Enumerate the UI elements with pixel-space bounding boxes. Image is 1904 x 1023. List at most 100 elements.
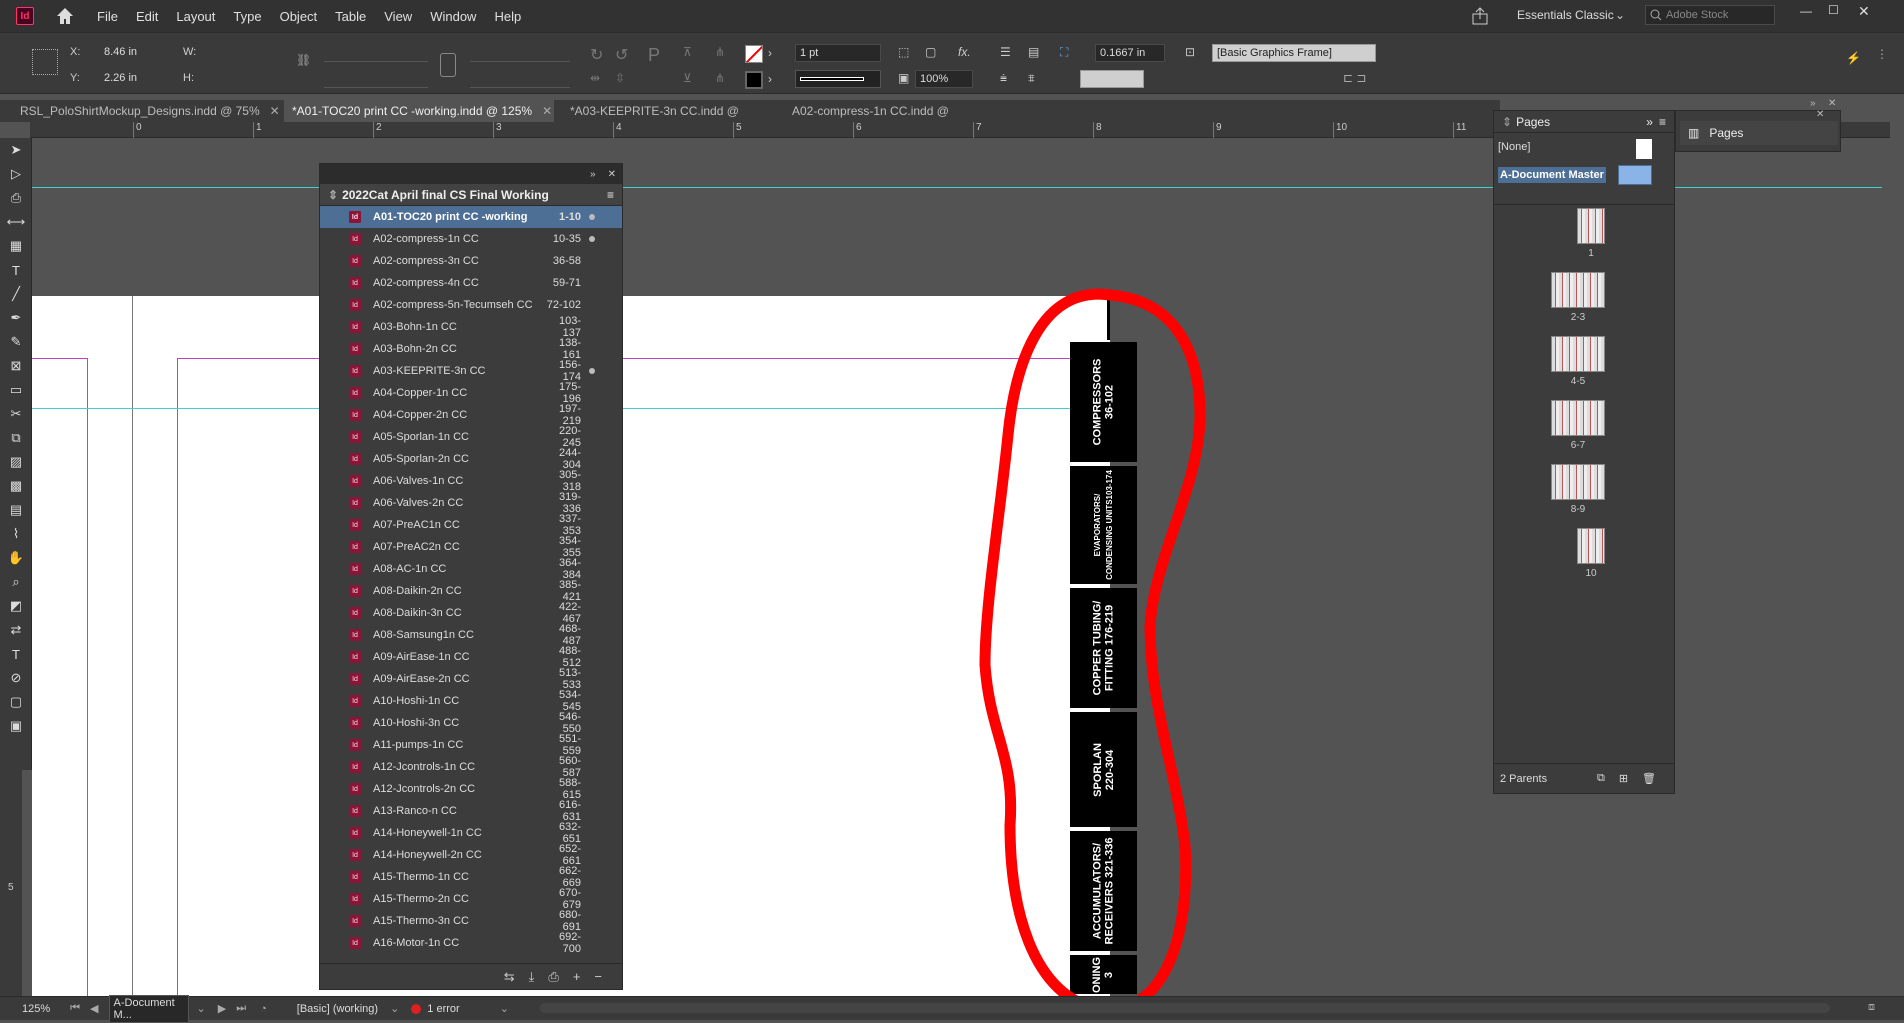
book-document-row[interactable]: Id A05-Sporlan-1n CC 220-245: [320, 425, 622, 449]
panel-menu-icon[interactable]: ≡: [1659, 115, 1666, 129]
gradient-feather-icon[interactable]: ▩: [0, 474, 32, 498]
tab-compress-1n[interactable]: A02-compress-1n CC.indd @ 82%✕: [784, 100, 994, 140]
link-scale-icon[interactable]: [440, 53, 456, 77]
close-icon[interactable]: ✕: [270, 104, 280, 118]
book-document-row[interactable]: Id A09-AirEase-2n CC 513-533: [320, 667, 622, 691]
book-document-row[interactable]: Id A06-Valves-1n CC 305-318: [320, 469, 622, 493]
error-count[interactable]: 1 error: [427, 1003, 459, 1015]
menu-object[interactable]: Object: [271, 9, 327, 24]
book-document-row[interactable]: Id A02-compress-4n CC 59-71: [320, 272, 622, 294]
gap-tool-icon[interactable]: ⟷: [0, 210, 32, 234]
rotate-cw-icon[interactable]: ↻: [590, 45, 603, 65]
hand-tool-icon[interactable]: ✋: [0, 546, 32, 570]
formatting-icon[interactable]: T: [0, 642, 32, 666]
book-document-row[interactable]: Id A09-AirEase-1n CC 488-512: [320, 645, 622, 669]
stroke-type-dropdown[interactable]: [795, 70, 881, 88]
book-document-row[interactable]: Id A01-TOC20 print CC -working 1-10: [320, 206, 622, 228]
page-thumbnail[interactable]: [1551, 336, 1605, 372]
text-wrap-none-icon[interactable]: ☰: [1000, 45, 1011, 59]
print-book-icon[interactable]: ⎙: [548, 969, 558, 985]
book-document-row[interactable]: Id A07-PreAC2n CC 354-355: [320, 535, 622, 559]
pen-tool-icon[interactable]: ✒: [0, 306, 32, 330]
book-document-row[interactable]: Id A12-Jcontrols-2n CC 588-615: [320, 777, 622, 801]
collapse-icon[interactable]: »: [590, 169, 596, 180]
collapse-icon[interactable]: »: [1646, 115, 1653, 129]
first-page-icon[interactable]: ⏮: [70, 1002, 80, 1015]
effects-icon[interactable]: fx.: [958, 45, 971, 59]
rectangle-frame-tool-icon[interactable]: ⊠: [0, 354, 32, 378]
book-document-row[interactable]: Id A15-Thermo-3n CC 680-691: [320, 909, 622, 933]
menu-type[interactable]: Type: [224, 9, 270, 24]
close-icon[interactable]: ✕: [542, 104, 552, 118]
y-field[interactable]: 2.26 in: [100, 70, 170, 88]
rectangle-tool-icon[interactable]: ▭: [0, 378, 32, 402]
book-document-row[interactable]: Id A08-AC-1n CC 364-384: [320, 557, 622, 581]
book-document-row[interactable]: Id A04-Copper-2n CC 197-219: [320, 403, 622, 427]
expand-icon[interactable]: ⇕: [1502, 115, 1512, 129]
book-document-row[interactable]: Id A04-Copper-1n CC 175-196: [320, 381, 622, 405]
text-wrap-box-icon[interactable]: ▤: [1028, 45, 1039, 59]
lightning-icon[interactable]: ⚡: [1846, 51, 1861, 65]
remove-document-icon[interactable]: −: [594, 969, 602, 984]
book-document-row[interactable]: Id A02-compress-1n CC 10-35: [320, 228, 622, 250]
close-icon[interactable]: ✕: [1816, 109, 1824, 120]
chevron-down-icon[interactable]: ⌄: [197, 1002, 206, 1015]
book-document-row[interactable]: Id A10-Hoshi-1n CC 534-545: [320, 689, 622, 713]
pages-panel-button[interactable]: ▥ Pages: [1680, 121, 1838, 145]
page-thumbnail[interactable]: [1551, 464, 1605, 500]
next-page-icon[interactable]: ▶: [218, 1002, 226, 1015]
open-page-icon[interactable]: ◔: [260, 1003, 267, 1015]
book-document-row[interactable]: Id A08-Samsung1n CC 468-487: [320, 623, 622, 647]
book-document-row[interactable]: Id A03-Bohn-1n CC 103-137: [320, 315, 622, 339]
panel-options-icon[interactable]: ⋮: [1876, 47, 1888, 61]
book-document-row[interactable]: Id A12-Jcontrols-1n CC 560-587: [320, 755, 622, 779]
content-collector-icon[interactable]: ▦: [0, 234, 32, 258]
tab-keeprite[interactable]: *A03-KEEPRITE-3n CC.indd @ 81%✕: [562, 100, 772, 140]
page-thumbnail[interactable]: [1577, 528, 1605, 564]
object-style-dropdown[interactable]: [Basic Graphics Frame]: [1212, 44, 1376, 62]
stroke-weight-field[interactable]: 1 pt: [795, 44, 881, 62]
book-document-row[interactable]: Id A02-compress-3n CC 36-58: [320, 250, 622, 272]
close-icon[interactable]: ✕: [608, 169, 616, 180]
last-page-icon[interactable]: ⏭: [236, 1002, 246, 1015]
menu-window[interactable]: Window: [421, 9, 485, 24]
x-field[interactable]: 8.46 in: [100, 44, 170, 62]
menu-layout[interactable]: Layout: [167, 9, 224, 24]
stock-search-input[interactable]: Adobe Stock: [1645, 5, 1775, 25]
book-document-row[interactable]: Id A06-Valves-2n CC 319-336: [320, 491, 622, 515]
book-document-row[interactable]: Id A14-Honeywell-2n CC 652-661: [320, 843, 622, 867]
gradient-tool-icon[interactable]: ▨: [0, 450, 32, 474]
chevron-down-icon[interactable]: ⌄: [390, 1002, 399, 1015]
zoom-level[interactable]: 125%: [22, 1003, 50, 1015]
tab-polo-shirt[interactable]: RSL_PoloShirtMockup_Designs.indd @ 75% ✕: [12, 100, 284, 122]
direct-selection-tool-icon[interactable]: ▷: [0, 162, 32, 186]
path-icon[interactable]: P: [648, 45, 660, 66]
book-document-row[interactable]: Id A03-KEEPRITE-3n CC 156-174: [320, 359, 622, 383]
book-document-row[interactable]: Id A05-Sporlan-2n CC 244-304: [320, 447, 622, 471]
menu-help[interactable]: Help: [485, 9, 530, 24]
zoom-tool-icon[interactable]: ⌕: [0, 570, 32, 594]
share-icon[interactable]: [1470, 6, 1490, 26]
auto-fit-icon[interactable]: ⛶: [1060, 45, 1068, 60]
collapse-icon[interactable]: »: [1810, 98, 1816, 109]
screen-mode-icon[interactable]: ▢: [0, 690, 32, 714]
new-page-icon[interactable]: ⊞: [1619, 772, 1628, 785]
page-tool-icon[interactable]: ⎙: [0, 186, 32, 210]
menu-view[interactable]: View: [375, 9, 421, 24]
book-document-row[interactable]: Id A08-Daikin-3n CC 422-467: [320, 601, 622, 625]
eyedropper-tool-icon[interactable]: ⌇: [0, 522, 32, 546]
fill-stroke-icon[interactable]: ◩: [0, 594, 32, 618]
chevron-right-icon[interactable]: ›: [768, 72, 772, 86]
expand-icon[interactable]: ⇕: [328, 188, 338, 202]
horizontal-scrollbar[interactable]: [540, 1003, 1830, 1013]
frame-fitting-icon[interactable]: ⬚: [898, 45, 909, 59]
scissors-tool-icon[interactable]: ✂: [0, 402, 32, 426]
book-document-row[interactable]: Id A14-Honeywell-1n CC 632-651: [320, 821, 622, 845]
opacity-icon[interactable]: ▣: [898, 71, 909, 85]
height-field[interactable]: [210, 70, 282, 88]
delete-page-icon[interactable]: 🗑: [1642, 772, 1656, 785]
master-a[interactable]: A-Document Master: [1494, 161, 1674, 189]
book-document-row[interactable]: Id A11-pumps-1n CC 551-559: [320, 733, 622, 757]
close-icon[interactable]: ✕: [1858, 3, 1870, 20]
chevron-down-icon[interactable]: ⌄: [1615, 8, 1625, 22]
